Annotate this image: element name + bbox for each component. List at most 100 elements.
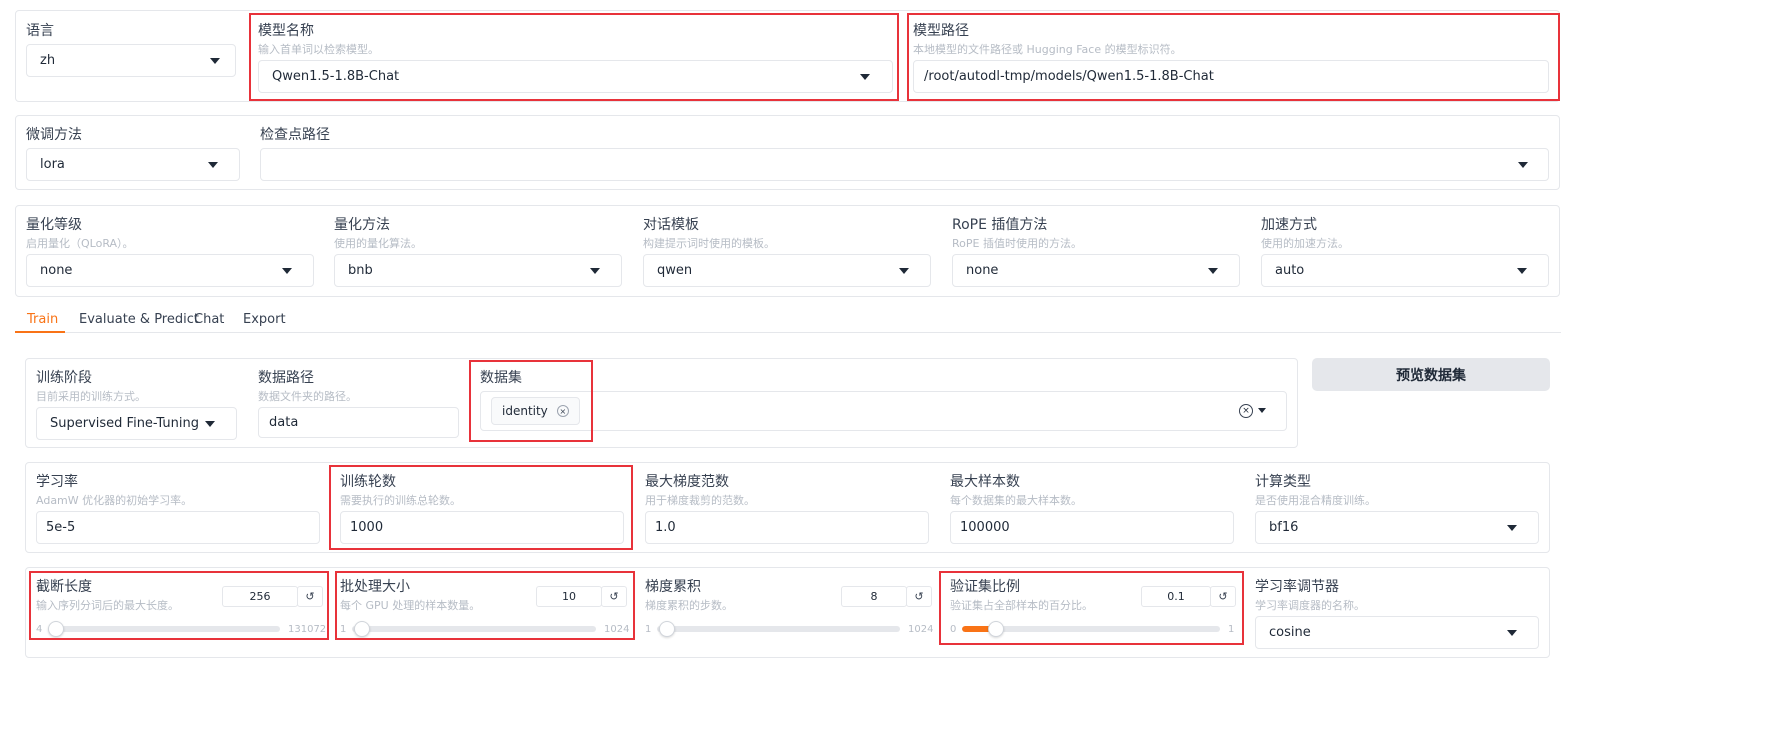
chevron-down-icon: [205, 420, 215, 427]
chevron-down-icon: [210, 57, 220, 64]
booster-dropdown[interactable]: auto: [1261, 254, 1549, 287]
reset-icon[interactable]: ↺: [906, 586, 932, 607]
language-dropdown[interactable]: zh: [26, 44, 236, 77]
learning-rate-input[interactable]: 5e-5: [36, 511, 320, 544]
max-grad-norm-value: 1.0: [655, 520, 676, 535]
max-grad-norm-input[interactable]: 1.0: [645, 511, 929, 544]
reset-icon[interactable]: ↺: [601, 586, 627, 607]
tab-chat[interactable]: Chat: [194, 312, 224, 327]
language-value: zh: [40, 53, 56, 68]
grad-accum-max: 1024: [908, 624, 934, 635]
reset-icon[interactable]: ↺: [1210, 586, 1236, 607]
cutoff-len-slider[interactable]: [48, 626, 280, 632]
cutoff-len-info: 输入序列分词后的最大长度。: [36, 599, 179, 612]
grad-accum-number[interactable]: 8: [841, 586, 907, 607]
learning-rate-label: 学习率: [36, 474, 78, 490]
finetune-method-value: lora: [40, 157, 65, 172]
batch-size-max: 1024: [604, 624, 630, 635]
epochs-input[interactable]: 1000: [340, 511, 624, 544]
model-path-info: 本地模型的文件路径或 Hugging Face 的模型标识符。: [913, 43, 1182, 56]
learning-rate-value: 5e-5: [46, 520, 76, 535]
preview-dataset-button[interactable]: 预览数据集: [1312, 358, 1550, 391]
lr-scheduler-label: 学习率调节器: [1255, 579, 1339, 595]
stage-dropdown[interactable]: Supervised Fine-Tuning: [36, 407, 237, 440]
finetune-method-label: 微调方法: [26, 127, 82, 143]
lr-scheduler-dropdown[interactable]: cosine: [1255, 616, 1539, 649]
compute-type-info: 是否使用混合精度训练。: [1255, 494, 1376, 507]
grad-accum-info: 梯度累积的步数。: [645, 599, 733, 612]
dataset-dir-info: 数据文件夹的路径。: [258, 390, 357, 403]
language-label: 语言: [26, 23, 54, 39]
rope-dropdown[interactable]: none: [952, 254, 1240, 287]
max-grad-norm-info: 用于梯度裁剪的范数。: [645, 494, 755, 507]
rope-value: none: [966, 263, 999, 278]
checkpoint-label: 检查点路径: [260, 127, 330, 143]
batch-size-slider[interactable]: [352, 626, 596, 632]
tab-train[interactable]: Train: [27, 312, 58, 327]
reset-icon[interactable]: ↺: [297, 586, 323, 607]
epochs-label: 训练轮数: [340, 474, 396, 490]
slider-thumb[interactable]: [987, 621, 1004, 637]
quant-method-dropdown[interactable]: bnb: [334, 254, 622, 287]
booster-label: 加速方式: [1261, 217, 1317, 233]
booster-info: 使用的加速方法。: [1261, 237, 1349, 250]
dataset-label: 数据集: [480, 370, 522, 386]
chevron-down-icon: [899, 267, 909, 274]
stage-label: 训练阶段: [36, 370, 92, 386]
model-path-value: /root/autodl-tmp/models/Qwen1.5-1.8B-Cha…: [924, 69, 1214, 84]
quant-bit-info: 启用量化（QLoRA）。: [26, 237, 134, 250]
model-name-info: 输入首单词以检索模型。: [258, 43, 379, 56]
tab-export[interactable]: Export: [243, 312, 286, 327]
slider-thumb[interactable]: [658, 621, 675, 637]
clear-icon[interactable]: ×: [1239, 404, 1253, 418]
chevron-down-icon: [1507, 524, 1517, 531]
stage-info: 目前采用的训练方式。: [36, 390, 146, 403]
dataset-dir-label: 数据路径: [258, 370, 314, 386]
epochs-info: 需要执行的训练总轮数。: [340, 494, 461, 507]
compute-type-dropdown[interactable]: bf16: [1255, 511, 1539, 544]
quant-bit-dropdown[interactable]: none: [26, 254, 314, 287]
cutoff-len-min: 4: [36, 624, 43, 635]
max-samples-value: 100000: [960, 520, 1010, 535]
epochs-value: 1000: [350, 520, 384, 535]
batch-size-label: 批处理大小: [340, 579, 410, 595]
finetune-method-dropdown[interactable]: lora: [26, 148, 240, 181]
checkpoint-dropdown[interactable]: [260, 148, 1549, 181]
template-label: 对话模板: [643, 217, 699, 233]
quant-bit-label: 量化等级: [26, 217, 82, 233]
batch-size-number[interactable]: 10: [536, 586, 602, 607]
cutoff-len-number[interactable]: 256: [222, 586, 298, 607]
model-name-dropdown[interactable]: Qwen1.5-1.8B-Chat: [258, 60, 893, 93]
chevron-down-icon[interactable]: [1258, 408, 1266, 413]
lr-scheduler-value: cosine: [1269, 625, 1311, 640]
tab-evaluate-predict[interactable]: Evaluate & Predict: [79, 312, 199, 327]
val-size-info: 验证集占全部样本的百分比。: [950, 599, 1093, 612]
quant-bit-value: none: [40, 263, 73, 278]
val-size-label: 验证集比例: [950, 579, 1020, 595]
remove-tag-icon[interactable]: ×: [556, 405, 569, 417]
max-samples-input[interactable]: 100000: [950, 511, 1234, 544]
batch-size-info: 每个 GPU 处理的样本数量。: [340, 599, 481, 612]
chevron-down-icon: [1518, 161, 1528, 168]
cutoff-len-label: 截断长度: [36, 579, 92, 595]
max-grad-norm-label: 最大梯度范数: [645, 474, 729, 490]
template-dropdown[interactable]: qwen: [643, 254, 931, 287]
val-size-number[interactable]: 0.1: [1141, 586, 1211, 607]
learning-rate-info: AdamW 优化器的初始学习率。: [36, 494, 193, 507]
chevron-down-icon: [860, 73, 870, 80]
grad-accum-slider[interactable]: [657, 626, 900, 632]
chevron-down-icon: [1517, 267, 1527, 274]
dataset-tag[interactable]: identity ×: [491, 397, 580, 425]
model-path-input[interactable]: /root/autodl-tmp/models/Qwen1.5-1.8B-Cha…: [913, 60, 1549, 93]
quant-method-label: 量化方法: [334, 217, 390, 233]
dataset-multiselect[interactable]: [480, 391, 1287, 431]
model-name-label: 模型名称: [258, 23, 314, 39]
dataset-dir-input[interactable]: data: [258, 407, 459, 438]
rope-info: RoPE 插值时使用的方法。: [952, 237, 1082, 250]
dataset-tag-label: identity: [502, 404, 548, 418]
chevron-down-icon: [590, 267, 600, 274]
rope-label: RoPE 插值方法: [952, 217, 1048, 233]
batch-size-min: 1: [340, 624, 347, 635]
dataset-dir-value: data: [269, 415, 299, 430]
tab-bar-divider: [15, 332, 1561, 333]
